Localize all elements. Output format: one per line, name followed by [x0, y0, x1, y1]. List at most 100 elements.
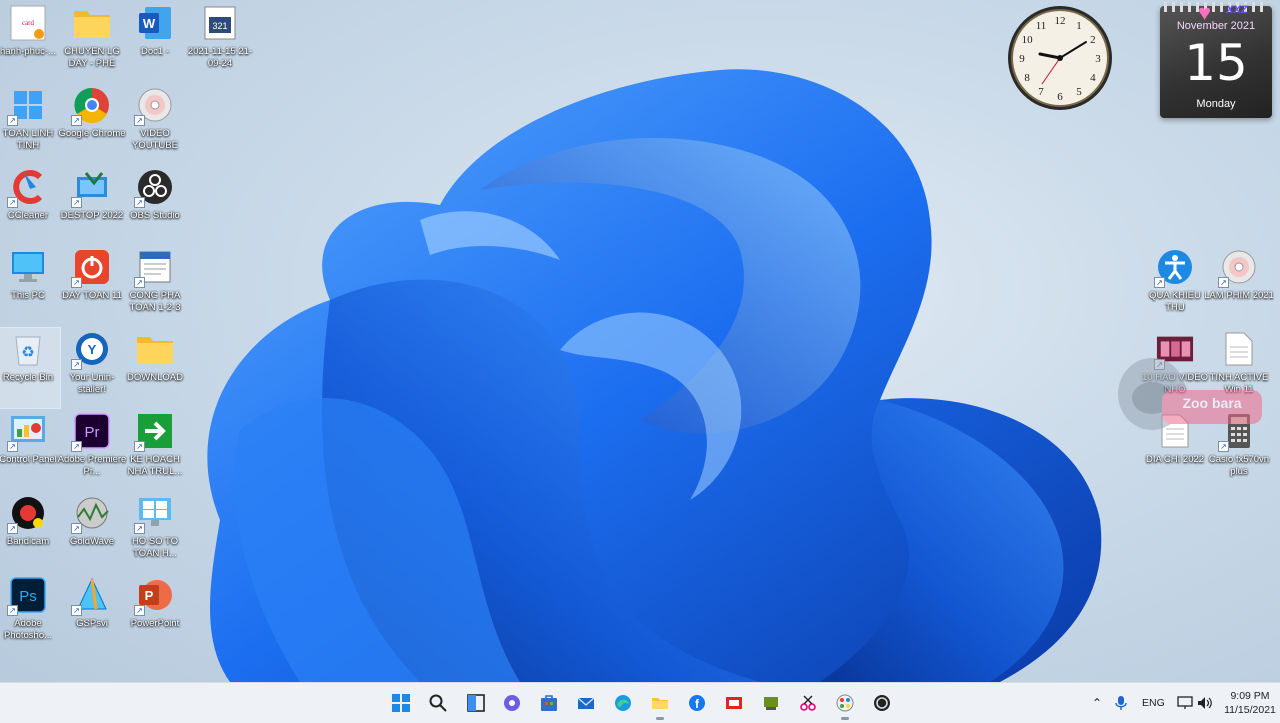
task-view-icon[interactable] [462, 689, 490, 717]
monitor-icon [9, 248, 47, 286]
clock-numeral: 4 [1090, 72, 1096, 84]
clock-numeral: 10 [1022, 34, 1034, 46]
desktop-icon-label: hanh-phuc-... [0, 46, 56, 57]
desktop[interactable]: card hanh-phuc-... CHUYEN LG DAY - PHE W Doc… [0, 0, 1280, 682]
clock-numeral: 8 [1024, 72, 1030, 84]
shortcut-arrow-icon: ↗ [71, 359, 82, 370]
clock-numeral: 2 [1090, 34, 1096, 46]
desktop-icon-label: HO SO TO TOAN H... [131, 536, 179, 559]
tray-date: 11/15/2021 [1224, 704, 1276, 716]
tray-clock[interactable]: 9:09 PM 11/15/2021 [1222, 689, 1278, 717]
photoshop-icon: Ps ↗ [7, 576, 47, 616]
clock-numeral: 11 [1036, 20, 1047, 32]
desktop-icon[interactable]: DOWNLOAD [123, 328, 187, 408]
desktop-icon-label: CONG PHA TOAN 1-2-3 [129, 290, 181, 313]
calendar-brand: XXZ [1226, 4, 1248, 16]
desktop-icon[interactable]: ↗ OBS Studio [123, 166, 187, 246]
store-icon[interactable] [535, 689, 563, 717]
desktop-icon[interactable]: ↗ GSPsvi [60, 574, 124, 654]
windows-folder-icon: ↗ [7, 86, 47, 126]
shortcut-arrow-icon: ↗ [71, 605, 82, 616]
bandicam-icon: ↗ [7, 494, 47, 534]
edge-icon[interactable] [609, 689, 637, 717]
app-red-icon[interactable] [720, 689, 748, 717]
language-indicator[interactable]: ENG [1142, 697, 1165, 709]
desktop-icon[interactable]: CHUYEN LG DAY - PHE [60, 2, 124, 82]
desktop-icon[interactable]: ↗ DESTOP 2022 [60, 166, 124, 246]
accessibility-icon: ↗ [1154, 248, 1194, 288]
clock-numeral: 5 [1076, 86, 1082, 98]
shortcut-arrow-icon: ↗ [71, 523, 82, 534]
desktop-icon[interactable]: ↗ Control Panel [0, 410, 60, 490]
desktop-icon-label: Adobe Photosho... [3, 618, 53, 641]
desktop-icon[interactable]: ↗ VIDEO YOUTUBE [123, 84, 187, 164]
desktop-icon-label: LAM PHIM 2021 [1204, 290, 1274, 301]
mail-icon[interactable] [572, 689, 600, 717]
desktop-icon[interactable]: ↗ Google Chrome [58, 84, 126, 164]
shortcut-arrow-icon: ↗ [134, 605, 145, 616]
svg-text:♻: ♻ [21, 344, 34, 361]
app-desk-icon[interactable] [757, 689, 785, 717]
desktop-icon[interactable]: ↗ KE HOACH NHA TRUL... [123, 410, 187, 490]
calendar-day: 15 [1184, 34, 1248, 92]
desktop-icon-label: DIA CHI 2022 [1145, 454, 1205, 465]
shortcut-arrow-icon: ↗ [7, 605, 18, 616]
desktop-icon-label: GoldWave [70, 536, 114, 547]
shortcut-arrow-icon: ↗ [1154, 277, 1165, 288]
clock-numeral: 3 [1095, 53, 1101, 65]
paint-icon[interactable] [831, 689, 859, 720]
desktop-icon[interactable]: ↗ CCleaner [0, 166, 60, 246]
desktop-icon[interactable]: ↗ HO SO TO TOAN H... [123, 492, 187, 572]
clock-gadget[interactable]: 12 12 3 45 6 78 9 1011 [1006, 4, 1114, 112]
desktop-icon[interactable]: 321 2021-11-15 21-09-24 [188, 2, 252, 82]
monitor-grid-icon: ↗ [134, 494, 174, 534]
desktop-icon[interactable]: W Doc1 - [123, 2, 187, 82]
desktop-icon[interactable]: Pr ↗ Adobe Premiere Pr... [58, 410, 126, 490]
svg-text:card: card [22, 19, 35, 27]
desktop-icon-label: This PC [11, 290, 45, 301]
image-file-icon: card [9, 4, 47, 42]
ccleaner-icon: ↗ [7, 168, 47, 208]
folder-icon [73, 4, 111, 42]
facebook-icon[interactable]: f [683, 689, 711, 717]
calendar-rings [1164, 2, 1268, 12]
desktop-icon[interactable]: card hanh-phuc-... [0, 2, 60, 82]
power-app-icon: ↗ [71, 248, 111, 288]
desktop-icon-label: CHUYEN LG DAY - PHE [64, 46, 120, 69]
calendar-gadget[interactable]: ♥ XXZ November 2021 15 Monday [1160, 0, 1272, 118]
search-icon[interactable] [424, 689, 452, 717]
file-explorer-icon[interactable] [646, 689, 674, 720]
desktop-icon[interactable]: P ↗ PowerPoint [123, 574, 187, 654]
clock-numeral: 12 [1055, 15, 1066, 27]
desktop-icon-label: GSPsvi [76, 618, 108, 629]
microphone-icon[interactable] [1112, 694, 1130, 712]
desktop-icon-label: VIDEO YOUTUBE [132, 128, 178, 151]
shortcut-arrow-icon: ↗ [134, 523, 145, 534]
disc-icon: ↗ [134, 86, 174, 126]
desktop-icon[interactable]: ↗ DAY TOAN 11 [60, 246, 124, 326]
shortcut-arrow-icon: ↗ [71, 197, 82, 208]
obs-icon[interactable] [868, 689, 896, 717]
network-icon[interactable] [1176, 694, 1194, 712]
desktop-icon[interactable]: ↗ CONG PHA TOAN 1-2-3 [123, 246, 187, 326]
desktop-icon[interactable]: Ps ↗ Adobe Photosho... [0, 574, 60, 654]
gsp-icon: ↗ [71, 576, 111, 616]
chrome-icon: ↗ [71, 86, 111, 126]
calendar-month: November 2021 [1176, 20, 1256, 32]
desktop-icon[interactable]: ↗ QUA KHIEU THU [1143, 246, 1207, 326]
volume-icon[interactable] [1196, 694, 1214, 712]
chevron-up-icon[interactable]: ⌃ [1088, 694, 1106, 712]
desktop-icon[interactable]: ↗ GoldWave [60, 492, 124, 572]
taskbar: f ⌃ ENG 9:09 PM 11/15/2021 [0, 682, 1280, 723]
snipping-icon[interactable] [794, 689, 822, 717]
arrow-shortcut-icon: ↗ [134, 412, 174, 452]
desktop-icon[interactable]: ↗ LAM PHIM 2021 [1204, 246, 1274, 326]
desktop-icon[interactable]: ↗ TOAN LINH TINH [0, 84, 60, 164]
chat-icon[interactable] [498, 689, 526, 717]
desktop-icon[interactable]: Y ↗ Your Unin-staller! [60, 328, 124, 408]
desktop-icon[interactable]: ♻ Recycle Bin [0, 327, 61, 409]
desktop-icon[interactable]: ↗ Bandicam [0, 492, 60, 572]
desktop-icon[interactable]: This PC [0, 246, 60, 326]
start-icon[interactable] [387, 689, 415, 717]
clock-numeral: 1 [1076, 20, 1082, 32]
